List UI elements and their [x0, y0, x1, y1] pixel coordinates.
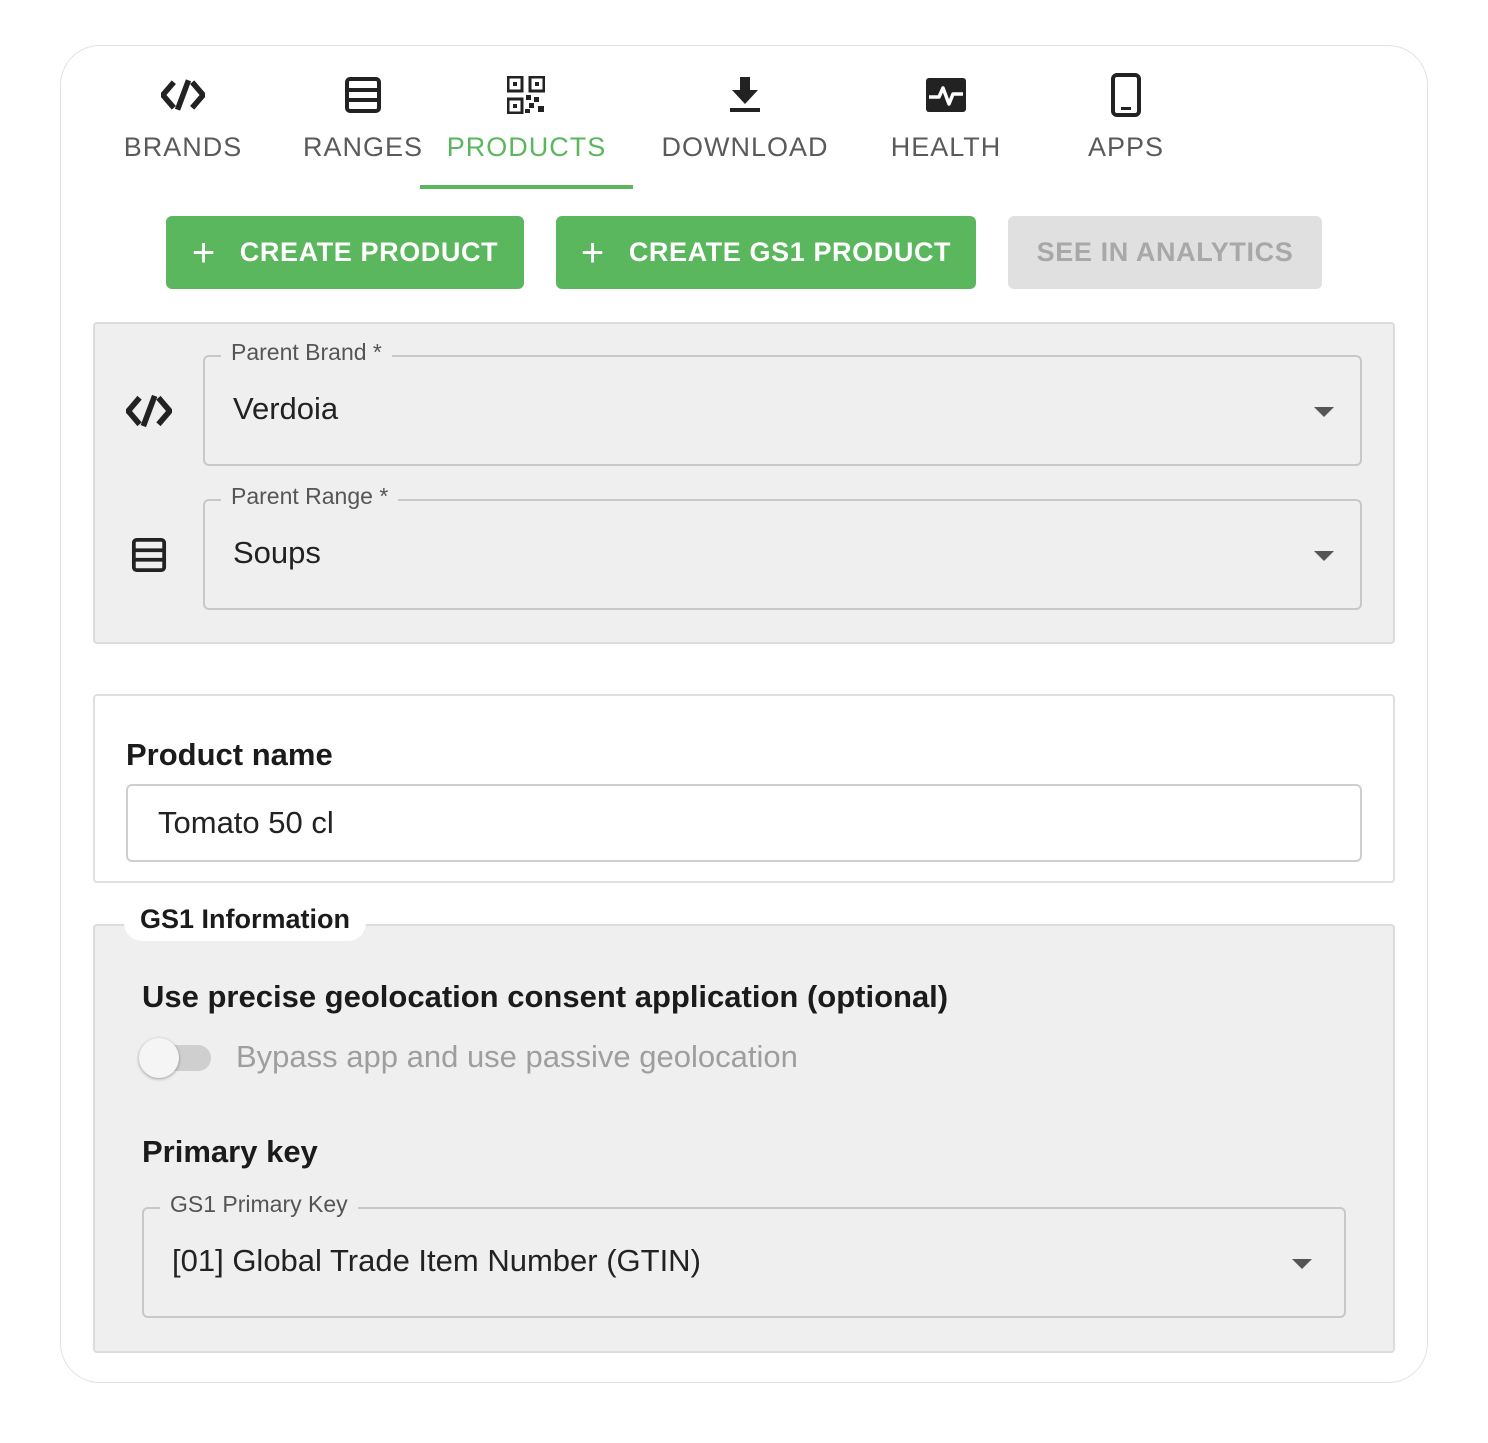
parent-range-select[interactable]: Parent Range * Soups — [203, 483, 1362, 610]
see-in-analytics-button[interactable]: SEE IN ANALYTICS — [1008, 216, 1322, 289]
parent-brand-value: Verdoia — [233, 391, 339, 426]
gs1-primary-key-value: [01] Global Trade Item Number (GTIN) — [172, 1243, 701, 1278]
plus-icon: + — [191, 230, 216, 275]
list-table-icon — [341, 73, 385, 117]
parent-brand-select[interactable]: Parent Brand * Verdoia — [203, 339, 1362, 466]
tab-products[interactable]: PRODUCTS — [420, 45, 633, 190]
brand-code-icon — [161, 73, 205, 117]
tab-download-label: DOWNLOAD — [661, 132, 829, 162]
tab-ranges-label: RANGES — [302, 132, 424, 162]
chevron-down-icon — [1314, 551, 1334, 561]
tab-download[interactable]: DOWNLOAD — [650, 45, 840, 190]
parent-brand-label: Parent Brand * — [221, 339, 392, 366]
tab-health[interactable]: HEALTH — [860, 45, 1032, 190]
toggle-knob — [139, 1038, 179, 1078]
tab-products-label: PRODUCTS — [446, 132, 607, 162]
product-name-value: Tomato 50 cl — [158, 805, 334, 840]
active-tab-indicator — [420, 185, 633, 189]
tab-bar: BRANDS RANGES PRODUCTS DOWNLOAD HEALTH A… — [60, 45, 1428, 190]
geolocation-heading: Use precise geolocation consent applicat… — [142, 979, 949, 1014]
see-in-analytics-label: SEE IN ANALYTICS — [1036, 237, 1294, 267]
product-name-input[interactable]: Tomato 50 cl — [126, 784, 1362, 862]
gs1-primary-key-select[interactable]: GS1 Primary Key [01] Global Trade Item N… — [142, 1191, 1346, 1318]
create-gs1-product-button[interactable]: + CREATE GS1 PRODUCT — [556, 216, 976, 289]
download-icon — [723, 73, 767, 117]
passive-geolocation-toggle[interactable] — [139, 1038, 213, 1078]
tab-brands[interactable]: BRANDS — [93, 45, 273, 190]
plus-icon: + — [580, 230, 605, 275]
gs1-primary-key-label: GS1 Primary Key — [160, 1191, 358, 1218]
tab-apps-label: APPS — [1087, 132, 1165, 162]
chevron-down-icon — [1292, 1259, 1312, 1269]
tab-brands-label: BRANDS — [123, 132, 243, 162]
primary-key-heading: Primary key — [142, 1134, 318, 1169]
tab-apps[interactable]: APPS — [1040, 45, 1212, 190]
create-product-label: CREATE PRODUCT — [239, 237, 499, 267]
product-name-heading: Product name — [126, 737, 333, 772]
create-product-button[interactable]: + CREATE PRODUCT — [166, 216, 524, 289]
passive-geolocation-label: Bypass app and use passive geolocation — [236, 1039, 798, 1074]
create-gs1-product-label: CREATE GS1 PRODUCT — [628, 237, 952, 267]
list-table-icon — [126, 532, 172, 578]
qr-code-icon — [504, 73, 548, 117]
gs1-section-title: GS1 Information — [124, 897, 367, 941]
smartphone-icon — [1104, 73, 1148, 117]
parent-range-label: Parent Range * — [221, 483, 399, 510]
chevron-down-icon — [1314, 407, 1334, 417]
brand-code-icon — [126, 388, 172, 434]
health-pulse-icon — [924, 73, 968, 117]
parent-range-value: Soups — [233, 535, 321, 570]
tab-health-label: HEALTH — [890, 132, 1002, 162]
